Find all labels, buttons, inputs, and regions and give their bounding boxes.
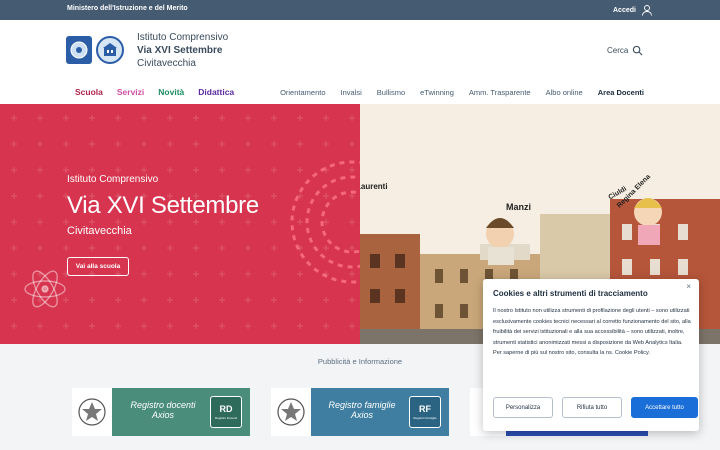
- nav-orientamento[interactable]: Orientamento: [280, 88, 325, 97]
- banner-registro-famiglie[interactable]: Registro famiglie Axios RF Registro Fami…: [271, 388, 449, 436]
- badge-code: RD: [219, 404, 233, 414]
- nav-didattica[interactable]: Didattica: [198, 87, 234, 97]
- customize-button[interactable]: Personalizza: [493, 397, 553, 418]
- cookie-policy-text[interactable]: Per saperne di più sul nostro sito, cons…: [493, 348, 693, 359]
- banner-registro-docenti[interactable]: Registro docenti Axios RD Registro Docen…: [72, 388, 250, 436]
- hero-line1: Istituto Comprensivo: [67, 174, 159, 185]
- reject-all-button[interactable]: Rifiuta tutto: [562, 397, 622, 418]
- accept-all-button[interactable]: Accettare tutto: [631, 397, 698, 418]
- school-logo: [96, 36, 124, 64]
- hero-heading: Istituto Comprensivo Via XVI Settembre C…: [67, 174, 259, 237]
- italian-emblem-icon: [271, 388, 311, 436]
- rd-badge: RD Registro Docenti: [210, 396, 242, 428]
- nav-albo-online[interactable]: Albo online: [546, 88, 583, 97]
- nav-servizi[interactable]: Servizi: [117, 87, 144, 97]
- user-icon: [642, 5, 652, 16]
- school-name[interactable]: Istituto Comprensivo Via XVI Settembre C…: [137, 31, 228, 70]
- nav-etwinning[interactable]: eTwinning: [420, 88, 454, 97]
- go-to-school-button[interactable]: Vai alla scuola: [67, 257, 129, 276]
- radial-decoration-icon: [290, 160, 360, 284]
- login-label: Accedi: [613, 6, 636, 14]
- italian-emblem-icon: [72, 388, 112, 436]
- nav-area-docenti[interactable]: Area Docenti: [598, 88, 644, 97]
- ministry-link[interactable]: Ministero dell'Istruzione e del Merito: [67, 5, 188, 12]
- banner-text: Registro docenti Axios: [118, 400, 208, 420]
- banner-line1: Registro docenti: [130, 400, 196, 410]
- rf-badge: RF Registro Famiglie: [409, 396, 441, 428]
- badge-sub: Registro Docenti: [214, 416, 238, 420]
- banner-line2: Axios: [350, 410, 373, 420]
- banner-line1: Registro famiglie: [328, 400, 396, 410]
- school-name-line1: Istituto Comprensivo: [137, 32, 229, 43]
- nav-bullismo[interactable]: Bullismo: [377, 88, 405, 97]
- badge-sub: Registro Famiglie: [413, 416, 437, 420]
- cookie-text: Il nostro Istituto non utilizza strument…: [493, 306, 693, 359]
- cookie-actions: Personalizza Rifiuta tutto Accettare tut…: [493, 397, 698, 418]
- close-icon[interactable]: ×: [686, 282, 691, 291]
- search-icon: [633, 45, 643, 56]
- search-button[interactable]: Cerca: [607, 45, 643, 56]
- secondary-menu: Orientamento Invalsi Bullismo eTwinning …: [280, 88, 644, 97]
- school-logos[interactable]: [66, 36, 124, 64]
- banner-text: Registro famiglie Axios: [317, 400, 407, 420]
- school-name-line2: Via XVI Settembre: [137, 45, 223, 56]
- top-bar: Ministero dell'Istruzione e del Merito A…: [0, 0, 720, 20]
- badge-code: RF: [419, 404, 431, 414]
- label-manzi: Manzi: [506, 202, 532, 212]
- school-name-line3: Civitavecchia: [137, 58, 196, 69]
- main-navigation: Scuola Servizi Novità Didattica Orientam…: [0, 81, 720, 104]
- cookie-consent-dialog: × Cookies e altri strumenti di tracciame…: [483, 279, 699, 431]
- primary-menu: Scuola Servizi Novità Didattica: [75, 87, 234, 97]
- cookie-paragraph: Il nostro Istituto non utilizza strument…: [493, 308, 691, 346]
- atom-icon: [24, 270, 66, 308]
- label-laurenti: Laurenti: [360, 182, 388, 191]
- banner-line2: Axios: [151, 410, 174, 420]
- nav-amm-trasparente[interactable]: Amm. Trasparente: [469, 88, 531, 97]
- hero-line3: Civitavecchia: [67, 225, 132, 237]
- emblem-logo: [66, 36, 92, 64]
- hero-panel: Istituto Comprensivo Via XVI Settembre C…: [0, 104, 360, 344]
- login-button[interactable]: Accedi: [613, 2, 653, 18]
- nav-invalsi[interactable]: Invalsi: [341, 88, 362, 97]
- site-header: Istituto Comprensivo Via XVI Settembre C…: [0, 20, 720, 81]
- cookie-title: Cookies e altri strumenti di tracciament…: [493, 289, 648, 298]
- nav-novita[interactable]: Novità: [158, 87, 184, 97]
- search-label: Cerca: [607, 46, 629, 55]
- hero-title: Via XVI Settembre: [67, 192, 259, 219]
- nav-scuola[interactable]: Scuola: [75, 87, 103, 97]
